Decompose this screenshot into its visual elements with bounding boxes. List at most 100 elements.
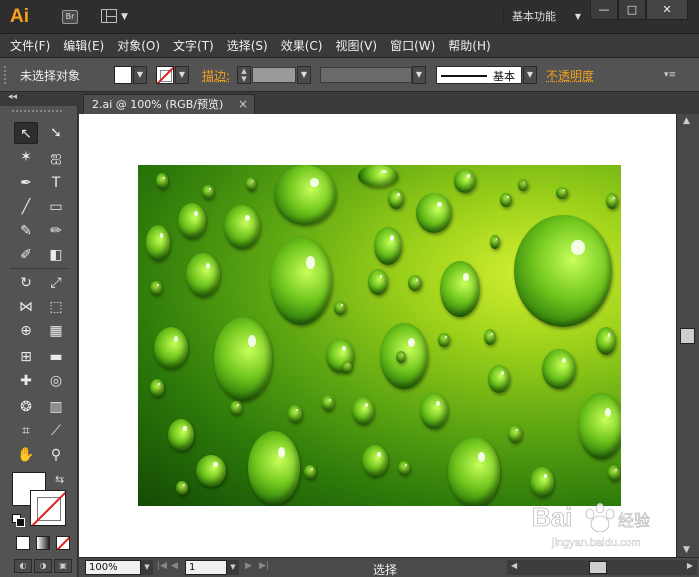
water-drop (146, 225, 170, 261)
horizontal-scrollbar[interactable]: ◀ ▶ (507, 560, 697, 575)
water-drop (440, 261, 480, 317)
scroll-left-icon[interactable]: ◀ (511, 561, 517, 570)
scroll-down-icon[interactable]: ▼ (683, 545, 690, 555)
menu-help[interactable]: 帮助(H) (448, 37, 490, 54)
brush-dropdown-icon[interactable]: ▼ (523, 66, 537, 84)
toolbox-header: ◂◂ (0, 92, 78, 106)
minimize-button[interactable]: — (590, 0, 618, 20)
shape-builder-tool-icon[interactable]: ⊕ (14, 320, 38, 342)
toolbox-grip[interactable] (12, 110, 62, 114)
screen-mode-icon[interactable]: ▣ (54, 559, 72, 573)
menu-object[interactable]: 对象(O) (117, 37, 160, 54)
artboard-number-field[interactable]: 1 (185, 560, 227, 575)
color-mode-icon[interactable] (16, 536, 30, 550)
menu-window[interactable]: 窗口(W) (390, 37, 435, 54)
arrange-documents-button[interactable]: ▼ (101, 9, 133, 25)
stroke-weight-stepper[interactable]: ▲ ▼ (237, 66, 251, 84)
draw-mode-icon[interactable]: ◐ (14, 559, 32, 573)
menu-edit[interactable]: 编辑(E) (63, 37, 104, 54)
menu-type[interactable]: 文字(T) (173, 37, 214, 54)
close-tab-icon[interactable]: × (238, 95, 248, 114)
pencil-tool-icon[interactable]: ✏ (44, 220, 68, 242)
document-tab[interactable]: 2.ai @ 100% (RGB/预览) × (83, 94, 255, 114)
paintbrush-tool-icon[interactable]: ✎ (14, 220, 38, 242)
stroke-swatch[interactable] (156, 66, 174, 84)
next-artboard-icon[interactable]: ▶ (245, 561, 252, 571)
variable-width-dropdown-icon[interactable]: ▼ (412, 66, 426, 84)
symbol-sprayer-tool-icon[interactable]: ❂ (14, 396, 38, 418)
stroke-color-box[interactable] (30, 490, 66, 526)
gradient-tool-icon[interactable]: ▬ (44, 346, 68, 368)
stroke-weight-field[interactable] (252, 67, 296, 83)
menu-view[interactable]: 视图(V) (335, 37, 377, 54)
line-tool-icon[interactable]: ╱ (14, 196, 38, 218)
menu-effect[interactable]: 效果(C) (281, 37, 323, 54)
slice-tool-icon[interactable]: ⟋ (44, 420, 68, 442)
eraser-tool-icon[interactable]: ◧ (44, 244, 68, 266)
artboard-tool-icon[interactable]: ⌗ (14, 420, 38, 442)
direct-selection-tool-icon[interactable]: ➘ (44, 122, 68, 144)
lasso-tool-icon[interactable]: ஐ (44, 146, 68, 168)
rotate-tool-icon[interactable]: ↻ (14, 272, 38, 294)
vertical-scrollbar[interactable]: ▲ ▼ (676, 114, 699, 557)
stroke-label-link[interactable]: 描边: (202, 67, 230, 84)
magic-wand-tool-icon[interactable]: ✶ (14, 146, 38, 168)
scroll-right-icon[interactable]: ▶ (687, 561, 693, 570)
water-drop (248, 431, 300, 505)
scale-tool-icon[interactable]: ⤢ (44, 272, 68, 294)
blend-tool-icon[interactable]: ◎ (44, 370, 68, 392)
zoom-dropdown-icon[interactable]: ▼ (141, 560, 153, 575)
mesh-tool-icon[interactable]: ⊞ (14, 346, 38, 368)
zoom-field[interactable]: 100% (85, 560, 141, 575)
maximize-button[interactable]: □ (618, 0, 646, 20)
type-tool-icon[interactable]: T (44, 172, 68, 194)
previous-artboard-icon[interactable]: ◀ (171, 561, 178, 571)
status-text: 选择 (373, 563, 398, 577)
water-drop (150, 281, 162, 295)
stroke-weight-dropdown-icon[interactable]: ▼ (297, 66, 311, 84)
water-drops-image[interactable] (138, 165, 621, 506)
none-mode-icon[interactable] (56, 536, 70, 550)
last-artboard-icon[interactable]: ▶| (259, 561, 269, 571)
selection-tool-icon[interactable]: ↖ (14, 122, 38, 144)
artboard-dropdown-icon[interactable]: ▼ (227, 560, 239, 575)
rectangle-tool-icon[interactable]: ▭ (44, 196, 68, 218)
swap-colors-icon[interactable]: ⇆ (55, 473, 64, 486)
water-drop (196, 455, 226, 487)
blob-brush-tool-icon[interactable]: ✐ (14, 244, 38, 266)
eyedropper-tool-icon[interactable]: ✚ (14, 370, 38, 392)
water-drop (420, 393, 448, 429)
column-graph-tool-icon[interactable]: ▥ (44, 396, 68, 418)
workspace-switcher[interactable]: 基本功能 ▼ (503, 8, 583, 26)
free-transform-tool-icon[interactable]: ⬚ (44, 296, 68, 318)
brush-definition[interactable]: 基本 (436, 66, 522, 84)
water-drop (542, 349, 576, 389)
collapse-icon[interactable]: ◂◂ (8, 92, 17, 102)
zoom-tool-icon[interactable]: ⚲ (44, 444, 68, 466)
pen-tool-icon[interactable]: ✒ (14, 172, 38, 194)
artboard-canvas[interactable] (79, 114, 676, 557)
menu-file[interactable]: 文件(F) (10, 37, 50, 54)
draw-behind-icon[interactable]: ◑ (34, 559, 52, 573)
perspective-grid-tool-icon[interactable]: ▦ (44, 320, 68, 342)
menu-select[interactable]: 选择(S) (227, 37, 268, 54)
panel-menu-icon[interactable]: ▾≡ (664, 70, 676, 80)
stroke-dropdown-icon[interactable]: ▼ (175, 66, 189, 84)
opacity-link[interactable]: 不透明度 (546, 67, 594, 84)
bridge-button[interactable]: Br (62, 10, 78, 24)
horizontal-scroll-thumb[interactable] (589, 561, 607, 574)
default-colors-icon[interactable] (12, 514, 25, 527)
close-button[interactable]: ✕ (646, 0, 688, 20)
gradient-mode-icon[interactable] (36, 536, 50, 550)
vertical-scroll-thumb[interactable] (680, 328, 695, 344)
workspace-label: 基本功能 (512, 10, 556, 23)
first-artboard-icon[interactable]: |◀ (157, 561, 167, 571)
width-tool-icon[interactable]: ⋈ (14, 296, 38, 318)
scroll-up-icon[interactable]: ▲ (683, 116, 690, 126)
fill-swatch[interactable] (114, 66, 132, 84)
variable-width-field[interactable] (320, 67, 412, 83)
fill-dropdown-icon[interactable]: ▼ (133, 66, 147, 84)
panel-grip[interactable] (4, 66, 9, 84)
hand-tool-icon[interactable]: ✋ (14, 444, 38, 466)
illustrator-logo: Ai (10, 6, 29, 27)
